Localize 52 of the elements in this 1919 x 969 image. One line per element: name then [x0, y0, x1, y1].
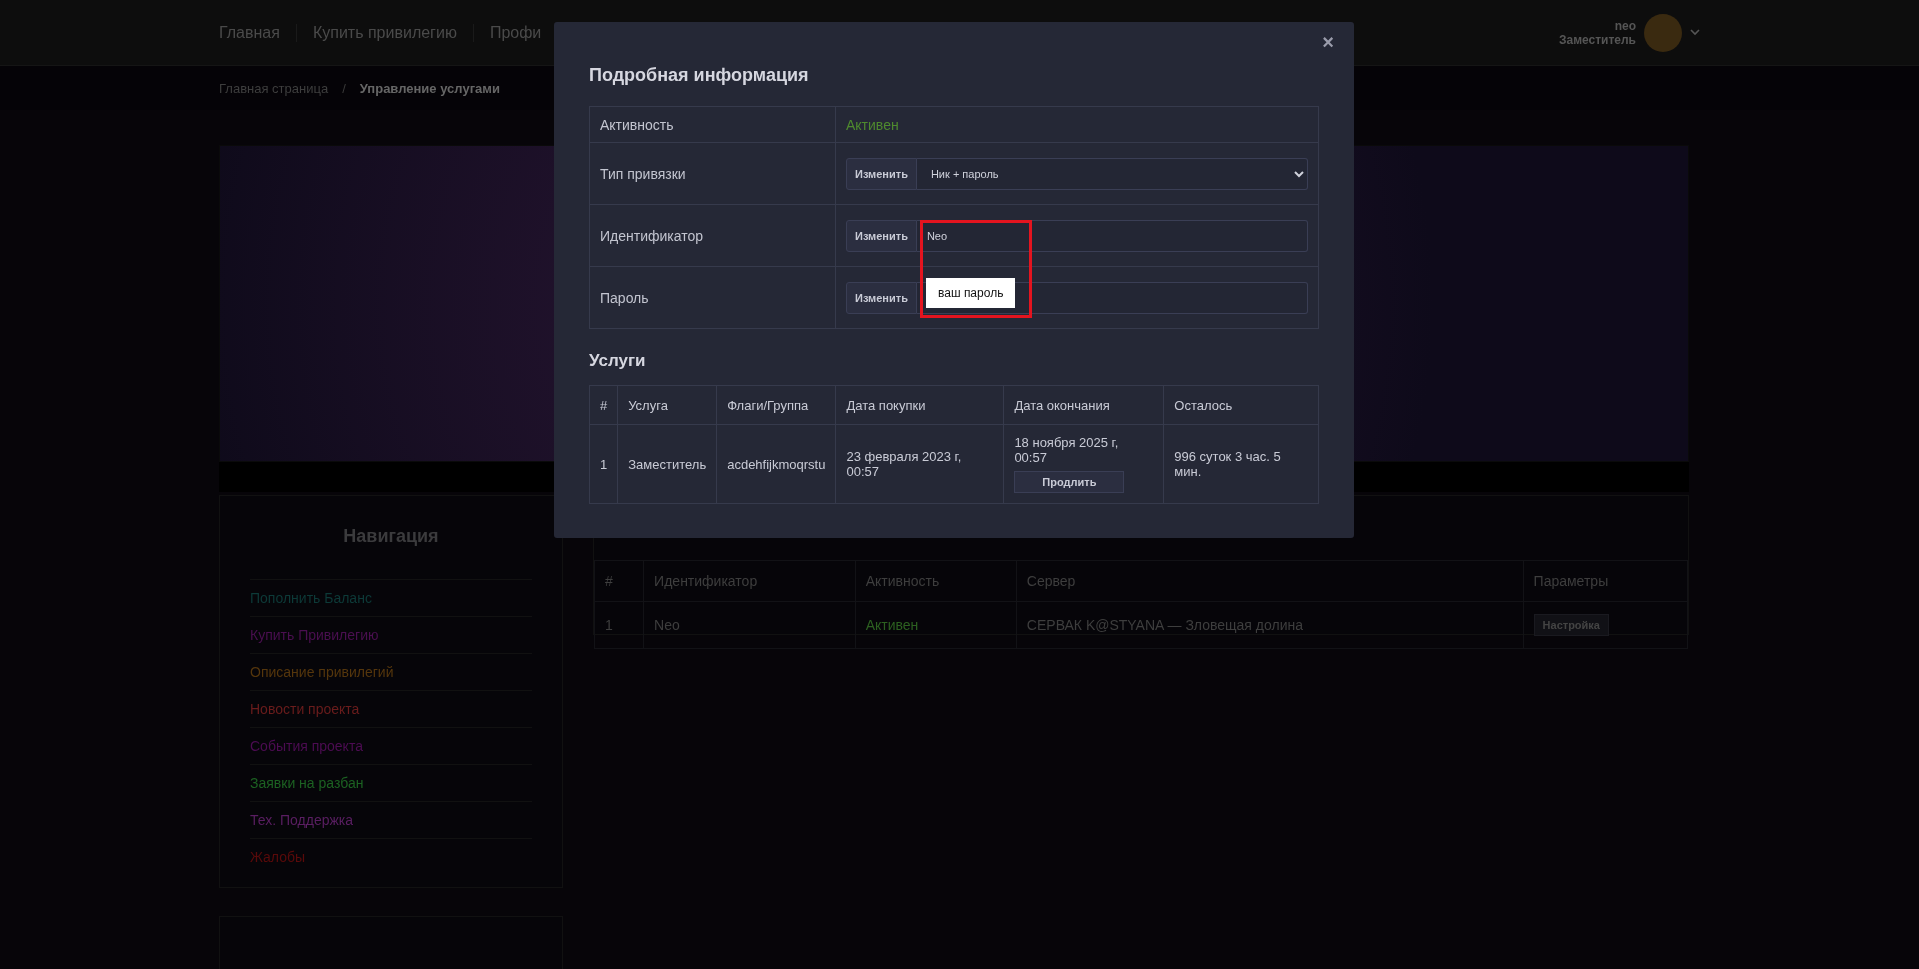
column-header: Дата окончания: [1003, 385, 1164, 425]
table-cell: 23 февраля 2023 г, 00:57: [835, 424, 1004, 504]
detail-label: Идентификатор: [589, 204, 836, 267]
sidebar-link[interactable]: События проекта: [250, 727, 532, 764]
column-header: Идентификатор: [643, 560, 856, 602]
sidebar-link[interactable]: Тех. Поддержка: [250, 801, 532, 838]
detail-label: Пароль: [589, 266, 836, 329]
sidebar-link[interactable]: Новости проекта: [250, 690, 532, 727]
column-header: Параметры: [1523, 560, 1688, 602]
input-field[interactable]: Neo: [916, 219, 1308, 252]
breadcrumb-link[interactable]: Главная страница: [219, 80, 329, 96]
sidebar-link[interactable]: Купить Привилегию: [250, 616, 532, 653]
column-header: Сервер: [1016, 560, 1524, 602]
column-header: #: [594, 560, 644, 602]
change-button[interactable]: Изменить: [846, 157, 917, 190]
section-title: Услуги: [589, 351, 647, 371]
table-cell: acdehfijkmoqrstu: [716, 424, 836, 504]
binding-type-select[interactable]: Ник + пароль: [916, 157, 1308, 190]
close-button[interactable]: ×: [1316, 30, 1340, 55]
avatar[interactable]: [1644, 13, 1682, 52]
table-cell: СЕРВАК K@STYANA — Зловещая долина: [1016, 601, 1524, 649]
status-text: Активен: [846, 116, 899, 133]
table-cell: 1: [589, 424, 618, 504]
breadcrumb-link[interactable]: Управление услугами: [359, 80, 500, 96]
caret-icon[interactable]: [1690, 29, 1700, 36]
extend-button[interactable]: Продлить: [1014, 471, 1125, 493]
table-cell: Активен: [855, 601, 1017, 649]
column-header: Услуга: [617, 385, 717, 425]
sidebar-link[interactable]: Жалобы: [250, 838, 532, 875]
user-name: neo: [1614, 18, 1636, 33]
change-button[interactable]: Изменить: [846, 219, 917, 252]
detail-label: Активность: [589, 106, 836, 143]
annotation-tooltip: ваш пароль: [926, 278, 1016, 308]
change-button[interactable]: Изменить: [846, 281, 917, 314]
table-cell: 18 ноября 2025 г, 00:57: [1014, 435, 1119, 465]
table-cell: Заместитель: [617, 424, 717, 504]
sidebar-link[interactable]: Заявки на разбан: [250, 764, 532, 801]
user-role: Заместитель: [1558, 32, 1636, 47]
detail-label: Тип привязки: [589, 142, 836, 205]
nav-link[interactable]: Главная: [219, 23, 297, 42]
modal-title: Подробная информация: [589, 65, 810, 86]
column-header: Активность: [855, 560, 1017, 602]
sidebar-link[interactable]: Описание привилегий: [250, 653, 532, 690]
nav-link[interactable]: Купить привилегию: [296, 23, 474, 42]
table-cell: Neo: [643, 601, 856, 649]
column-header: Дата покупки: [835, 385, 1004, 425]
column-header: Осталось: [1163, 385, 1319, 425]
column-header: Флаги/Группа: [716, 385, 836, 425]
remaining-time: 996 суток 3 час. 5 мин.: [1163, 424, 1319, 504]
breadcrumb-separator: /: [342, 80, 346, 96]
column-header: #: [589, 385, 618, 425]
table-cell: 1: [594, 601, 644, 649]
